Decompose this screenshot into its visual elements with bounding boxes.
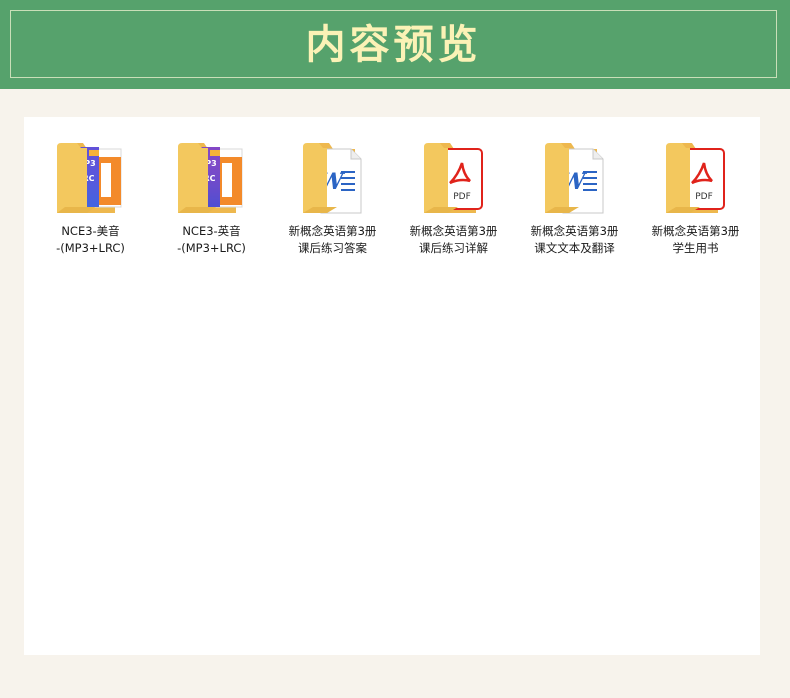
page-title: 内容预览 [305,21,482,68]
folder-word-icon: W [539,133,611,219]
file-label: 新概念英语第3册 课文文本及翻译 [530,224,619,255]
svg-text:PDF: PDF [453,192,471,202]
file-label: 新概念英语第3册 课后练习答案 [288,224,377,255]
file-label: 新概念英语第3册 课后练习详解 [409,224,498,255]
file-list: MP3 LRC NCE3-美音 [30,133,756,257]
file-label: NCE3-英音 -(MP3+LRC) [177,224,246,255]
file-item-nce3-british[interactable]: MP3 LRC NCE3-英音 -(MP3+LRC) [151,133,272,257]
header-banner: 内容预览 [0,0,790,89]
file-label: 新概念英语第3册 学生用书 [651,224,740,255]
folder-mp3-lrc-icon: MP3 LRC [55,133,127,219]
banner-frame: 内容预览 [10,10,777,78]
file-item-exercise-answers[interactable]: W 新概念英语第3册 课后练习答案 [272,133,393,257]
folder-word-icon: W [297,133,369,219]
file-item-exercise-explanations[interactable]: PDF 新概念英语第3册 课后练习详解 [393,133,514,257]
file-item-nce3-american[interactable]: MP3 LRC NCE3-美音 [30,133,151,257]
file-label: NCE3-美音 -(MP3+LRC) [56,224,125,255]
preview-panel: MP3 LRC NCE3-美音 [24,117,760,655]
folder-mp3-lrc-icon: MP3 LRC [176,133,248,219]
file-item-text-translation[interactable]: W 新概念英语第3册 课文文本及翻译 [514,133,635,257]
file-item-student-book[interactable]: PDF 新概念英语第3册 学生用书 [635,133,756,257]
folder-pdf-icon: PDF [660,133,732,219]
folder-pdf-icon: PDF [418,133,490,219]
svg-text:PDF: PDF [695,192,713,202]
